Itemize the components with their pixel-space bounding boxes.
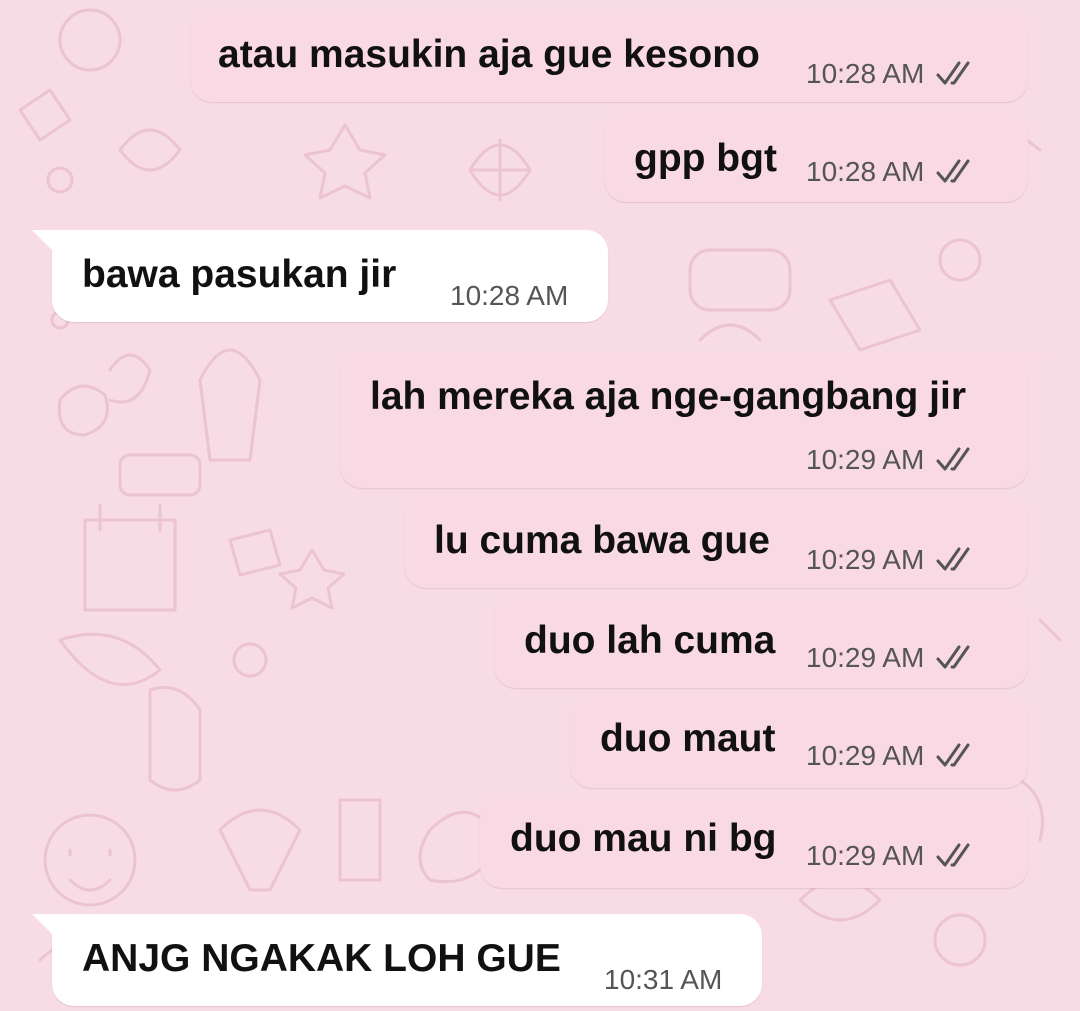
message-time: 10:29 AM [806, 642, 925, 673]
message-text: bawa pasukan jir [82, 253, 397, 296]
message-meta: 10:29 AM [806, 642, 982, 674]
message-meta: 10:28 AM [806, 156, 982, 188]
incoming-message-bubble[interactable]: ANJG NGAKAK LOH GUE 10:31 AM [32, 914, 762, 1006]
outgoing-message-bubble[interactable]: duo maut 10:29 AM [570, 696, 1028, 788]
message-text: duo maut [600, 717, 776, 760]
message-meta: 10:29 AM [806, 544, 982, 576]
message-text: duo lah cuma [524, 619, 776, 662]
double-check-icon [936, 158, 982, 186]
message-time: 10:28 AM [806, 156, 925, 187]
outgoing-message-bubble[interactable]: duo lah cuma 10:29 AM [494, 596, 1028, 688]
incoming-message-bubble[interactable]: bawa pasukan jir 10:28 AM [32, 230, 608, 322]
double-check-icon [936, 60, 982, 88]
outgoing-message-bubble[interactable]: lu cuma bawa gue 10:29 AM [404, 496, 1028, 588]
outgoing-message-bubble[interactable]: lah mereka aja nge-gangbang jir 10:29 AM [340, 352, 1048, 488]
double-check-icon [936, 546, 982, 574]
message-meta: 10:29 AM [806, 444, 982, 476]
message-time: 10:29 AM [806, 740, 925, 771]
message-time: 10:29 AM [806, 444, 925, 475]
double-check-icon [936, 446, 982, 474]
message-meta: 10:28 AM [450, 280, 568, 312]
message-text: ANJG NGAKAK LOH GUE [82, 937, 561, 980]
outgoing-message-bubble[interactable]: gpp bgt 10:28 AM [604, 110, 1028, 202]
message-time: 10:31 AM [604, 964, 723, 995]
message-text: duo mau ni bg [510, 817, 777, 860]
message-text: atau masukin aja gue kesono [218, 33, 760, 76]
message-meta: 10:31 AM [604, 964, 722, 996]
message-time: 10:28 AM [806, 58, 925, 89]
double-check-icon [936, 842, 982, 870]
message-text: lah mereka aja nge-gangbang jir [370, 375, 967, 418]
message-time: 10:29 AM [806, 840, 925, 871]
message-text: gpp bgt [634, 137, 777, 180]
message-text: lu cuma bawa gue [434, 519, 770, 562]
double-check-icon [936, 644, 982, 672]
message-meta: 10:29 AM [806, 740, 982, 772]
message-time: 10:28 AM [450, 280, 569, 311]
outgoing-message-bubble[interactable]: atau masukin aja gue kesono 10:28 AM [190, 10, 1028, 102]
chat-messages: atau masukin aja gue kesono 10:28 AM gpp… [0, 0, 1080, 1011]
double-check-icon [936, 742, 982, 770]
message-time: 10:29 AM [806, 544, 925, 575]
message-meta: 10:29 AM [806, 840, 982, 872]
message-meta: 10:28 AM [806, 58, 982, 90]
outgoing-message-bubble[interactable]: duo mau ni bg 10:29 AM [480, 796, 1028, 888]
